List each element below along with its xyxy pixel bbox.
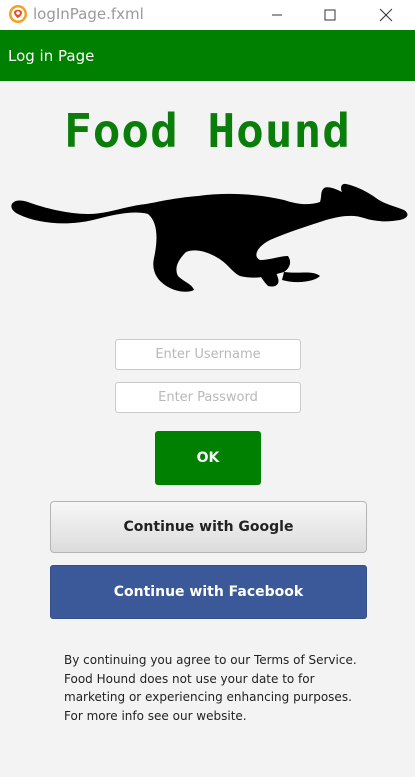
- ok-button[interactable]: OK: [155, 431, 261, 485]
- minimize-icon[interactable]: [254, 0, 300, 30]
- password-input[interactable]: [115, 382, 301, 413]
- app-logo-text: Food Hound: [64, 104, 351, 158]
- running-dog-silhouette-icon: [8, 180, 410, 298]
- close-icon[interactable]: [363, 0, 409, 30]
- window-titlebar: logInPage.fxml: [0, 0, 415, 30]
- continue-with-facebook-button[interactable]: Continue with Facebook: [50, 565, 367, 619]
- username-input[interactable]: [115, 339, 301, 370]
- page-title: Log in Page: [8, 47, 95, 65]
- terms-notice: By continuing you agree to our Terms of …: [64, 653, 357, 723]
- window-title: logInPage.fxml: [33, 5, 144, 23]
- app-logo-icon: [8, 4, 28, 24]
- continue-with-google-button[interactable]: Continue with Google: [50, 501, 367, 553]
- maximize-icon[interactable]: [307, 0, 353, 30]
- page-header: Log in Page: [0, 30, 415, 81]
